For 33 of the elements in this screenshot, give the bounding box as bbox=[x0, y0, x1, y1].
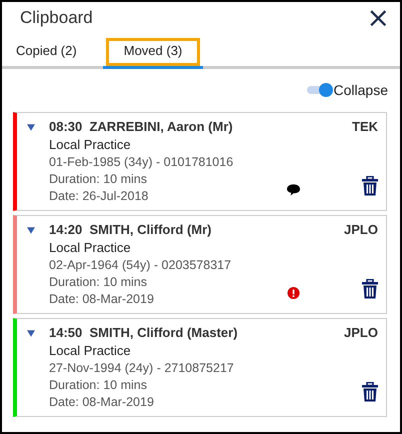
appointment-title: 14:20 SMITH, Clifford (Mr) bbox=[49, 222, 212, 237]
caret-icon[interactable] bbox=[27, 330, 35, 337]
trash-icon[interactable] bbox=[362, 176, 378, 196]
tab[interactable]: Copied (2) bbox=[2, 35, 103, 69]
date-text: Date: 26-Jul-2018 bbox=[49, 189, 148, 203]
collapse-label: Collapse bbox=[334, 82, 388, 98]
date-text: Date: 08-Mar-2019 bbox=[49, 292, 154, 306]
appointment-title: 14:50 SMITH, Clifford (Master) bbox=[49, 325, 238, 340]
user-code: JPLO bbox=[344, 222, 378, 237]
user-code: TEK bbox=[352, 119, 378, 134]
trash-icon[interactable] bbox=[362, 382, 378, 402]
practice-name: Local Practice bbox=[49, 137, 131, 152]
patient-details: 01-Feb-1985 (34y) - 0101781016 bbox=[49, 155, 234, 169]
tab[interactable]: Moved (3) bbox=[103, 35, 203, 69]
close-button[interactable]: × bbox=[366, 5, 390, 31]
date-text: Date: 08-Mar-2019 bbox=[49, 395, 154, 409]
appointment-title: 08:30 ZARREBINI, Aaron (Mr) bbox=[49, 119, 233, 134]
appointment-card[interactable]: 14:20 SMITH, Clifford (Mr) JPLO Local Practice 02-Apr-1964 (54y) - 0203578317 Duration: 10 mins Date: 08-Mar-2019 bbox=[13, 215, 387, 314]
practice-name: Local Practice bbox=[49, 240, 131, 255]
patient-details: 02-Apr-1964 (54y) - 0203578317 bbox=[49, 258, 232, 272]
patient-details: 27-Nov-1994 (24y) - 2710875217 bbox=[49, 361, 234, 375]
collapse-toggle[interactable] bbox=[304, 83, 333, 97]
window-title: Clipboard bbox=[20, 8, 93, 28]
duration-text: Duration: 10 mins bbox=[49, 172, 147, 186]
trash-icon[interactable] bbox=[362, 279, 378, 299]
appointment-card[interactable]: 08:30 ZARREBINI, Aaron (Mr) TEK Local Practice 01-Feb-1985 (34y) - 0101781016 Duration: 10 mins Date: 26-Jul-2018 bbox=[13, 112, 387, 211]
caret-icon[interactable] bbox=[27, 227, 35, 234]
caret-icon[interactable] bbox=[27, 124, 35, 131]
duration-text: Duration: 10 mins bbox=[49, 275, 147, 289]
duration-text: Duration: 10 mins bbox=[49, 378, 147, 392]
user-code: JPLO bbox=[344, 325, 378, 340]
appointment-card[interactable]: 14:50 SMITH, Clifford (Master) JPLO Local Practice 27-Nov-1994 (24y) - 2710875217 Duration: 10 mins Date: 08-Mar-2019 bbox=[13, 318, 387, 417]
practice-name: Local Practice bbox=[49, 343, 131, 358]
